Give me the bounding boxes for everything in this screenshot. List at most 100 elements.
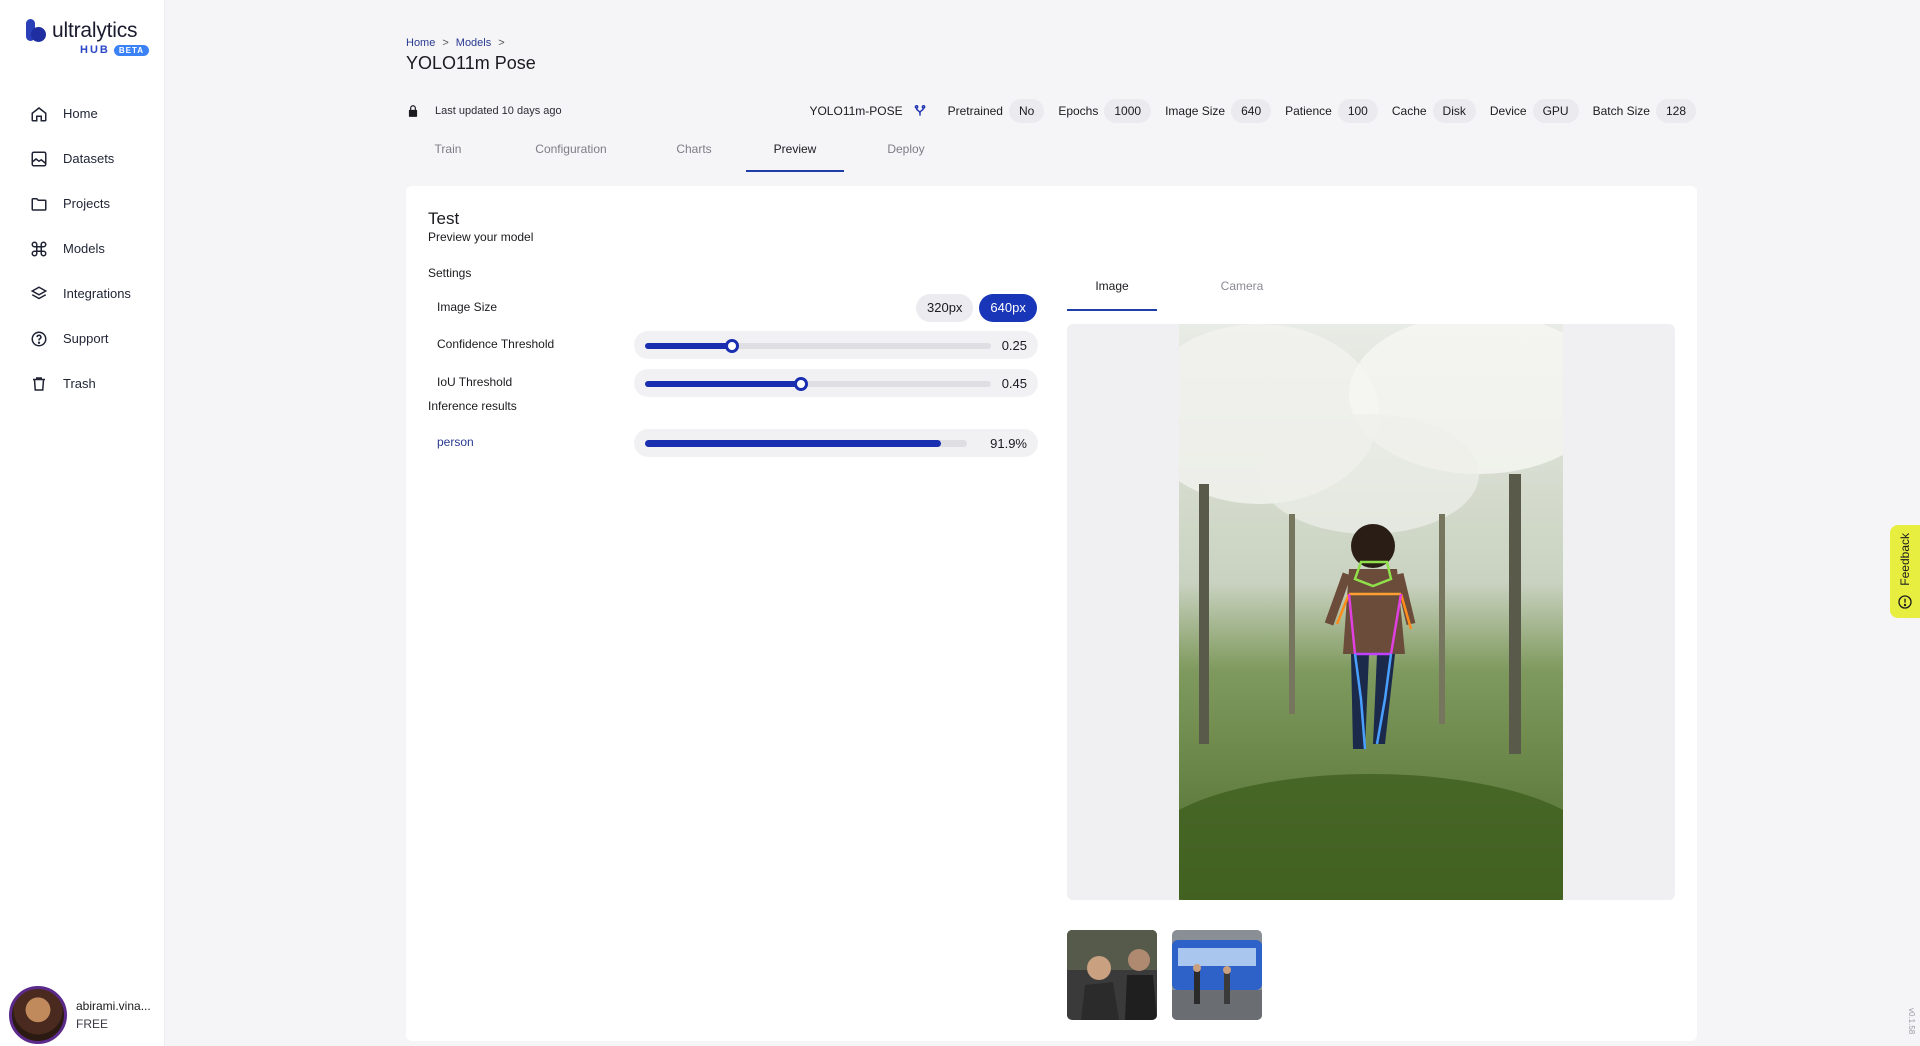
param-value: Disk bbox=[1432, 99, 1476, 123]
size-640px-button[interactable]: 640px bbox=[979, 294, 1037, 322]
image-icon bbox=[31, 151, 47, 166]
breadcrumb-separator: > bbox=[442, 37, 449, 49]
sidebar-nav: Home Datasets Projects Models Integratio… bbox=[0, 91, 165, 406]
iou-threshold-label: IoU Threshold bbox=[437, 375, 513, 389]
slider-thumb[interactable] bbox=[724, 339, 739, 353]
sidebar-item-support[interactable]: Support bbox=[0, 316, 165, 361]
sidebar-item-label: Projects bbox=[63, 196, 110, 211]
sidebar-item-label: Home bbox=[63, 106, 98, 121]
tab-configuration[interactable]: Configuration bbox=[490, 135, 652, 172]
tab-train[interactable]: Train bbox=[406, 135, 490, 172]
folder-icon bbox=[31, 197, 47, 211]
feedback-label: Feedback bbox=[1898, 533, 1912, 586]
sidebar-item-trash[interactable]: Trash bbox=[0, 361, 165, 406]
sidebar-item-projects[interactable]: Projects bbox=[0, 181, 165, 226]
iou-threshold-value: 0.45 bbox=[1001, 376, 1027, 391]
sidebar-item-datasets[interactable]: Datasets bbox=[0, 136, 165, 181]
param-value: 1000 bbox=[1104, 99, 1152, 123]
param-device: Device GPU bbox=[1490, 99, 1579, 123]
sidebar: ultralytics HUB BETA Home Datasets Proje… bbox=[0, 0, 165, 1046]
param-pretrained: Pretrained No bbox=[948, 99, 1045, 123]
ultralytics-logo[interactable]: ultralytics HUB BETA bbox=[26, 19, 150, 56]
inference-results-label: Inference results bbox=[428, 399, 517, 413]
tab-charts[interactable]: Charts bbox=[652, 135, 736, 172]
param-patience: Patience 100 bbox=[1285, 99, 1378, 123]
size-320px-button[interactable]: 320px bbox=[916, 294, 974, 322]
brand-name: ultralytics bbox=[52, 19, 138, 42]
slider-thumb[interactable] bbox=[793, 377, 808, 391]
sidebar-item-integrations[interactable]: Integrations bbox=[0, 271, 165, 316]
test-card: Test Preview your model Settings Image S… bbox=[406, 186, 1697, 1041]
version-label: v0.1.58 bbox=[1907, 1007, 1916, 1034]
preview-image-area bbox=[1067, 324, 1675, 900]
feedback-button[interactable]: Feedback bbox=[1890, 525, 1920, 618]
trash-icon bbox=[33, 376, 45, 391]
fork-icon[interactable] bbox=[913, 104, 927, 118]
user-plan: FREE bbox=[76, 1017, 109, 1031]
result-confidence-bar: 91.9% bbox=[634, 429, 1038, 457]
sample-thumbnail-1[interactable] bbox=[1067, 930, 1157, 1020]
user-profile[interactable]: abirami.vina... FREE bbox=[9, 984, 151, 1046]
ultralytics-logo-icon bbox=[26, 19, 48, 43]
param-key: Image Size bbox=[1165, 104, 1226, 118]
test-title: Test bbox=[428, 209, 460, 228]
tab-preview[interactable]: Preview bbox=[746, 135, 844, 172]
sidebar-item-home[interactable]: Home bbox=[0, 91, 165, 136]
help-circle-icon bbox=[31, 331, 47, 346]
sidebar-item-label: Datasets bbox=[63, 151, 115, 166]
param-key: Patience bbox=[1285, 104, 1332, 118]
sidebar-item-label: Integrations bbox=[63, 286, 131, 301]
sample-thumbnail-2[interactable] bbox=[1172, 930, 1262, 1020]
param-batch-size: Batch Size 128 bbox=[1593, 99, 1696, 123]
preview-image bbox=[1179, 324, 1563, 900]
beta-badge: BETA bbox=[113, 44, 150, 56]
tab-deploy[interactable]: Deploy bbox=[844, 135, 968, 172]
param-image-size: Image Size 640 bbox=[1165, 99, 1272, 123]
sidebar-item-models[interactable]: Models bbox=[0, 226, 165, 271]
tab-image[interactable]: Image bbox=[1067, 276, 1157, 311]
result-track bbox=[645, 440, 967, 447]
param-key: Pretrained bbox=[947, 104, 1003, 118]
param-key: Batch Size bbox=[1592, 104, 1650, 118]
result-class-label: person bbox=[437, 435, 474, 449]
param-epochs: Epochs 1000 bbox=[1058, 99, 1152, 123]
param-value: 128 bbox=[1655, 99, 1696, 123]
sample-image-2 bbox=[1172, 930, 1262, 1020]
feedback-alert-icon bbox=[1898, 595, 1912, 609]
home-icon bbox=[31, 106, 47, 121]
last-updated: Last updated 10 days ago bbox=[435, 105, 562, 117]
param-value: 640 bbox=[1231, 99, 1272, 123]
command-icon bbox=[31, 241, 47, 256]
sidebar-item-label: Support bbox=[63, 331, 109, 346]
lock-icon bbox=[408, 105, 418, 117]
tab-camera[interactable]: Camera bbox=[1197, 276, 1287, 311]
sample-image-1 bbox=[1067, 930, 1157, 1020]
confidence-threshold-slider[interactable]: 0.25 bbox=[634, 331, 1038, 359]
param-value: No bbox=[1008, 99, 1045, 123]
slider-track[interactable] bbox=[645, 339, 991, 353]
image-size-label: Image Size bbox=[437, 300, 498, 314]
iou-threshold-slider[interactable]: 0.45 bbox=[634, 369, 1038, 397]
user-name: abirami.vina... bbox=[76, 999, 151, 1013]
test-subtitle: Preview your model bbox=[428, 230, 534, 244]
brand-hub: HUB bbox=[80, 44, 110, 56]
slider-track[interactable] bbox=[645, 377, 991, 391]
param-key: Epochs bbox=[1058, 104, 1099, 118]
breadcrumb: Home > Models > bbox=[406, 37, 505, 49]
result-confidence-value: 91.9% bbox=[990, 436, 1027, 451]
breadcrumb-separator: > bbox=[498, 37, 505, 49]
settings-label: Settings bbox=[428, 266, 472, 280]
sidebar-item-label: Trash bbox=[63, 376, 96, 391]
breadcrumb-models[interactable]: Models bbox=[456, 37, 491, 49]
breadcrumb-home[interactable]: Home bbox=[406, 37, 435, 49]
confidence-threshold-label: Confidence Threshold bbox=[437, 337, 555, 351]
param-value: 100 bbox=[1337, 99, 1378, 123]
slider-fill bbox=[645, 381, 801, 387]
model-params: YOLO11m-POSE Pretrained No Epochs 1000 Ima… bbox=[809, 98, 1696, 124]
model-architecture: YOLO11m-POSE bbox=[809, 104, 903, 118]
model-tabs: Train Configuration Charts Preview Deplo… bbox=[406, 135, 968, 172]
layers-icon bbox=[30, 285, 48, 299]
result-fill bbox=[645, 440, 941, 447]
page-title: YOLO11m Pose bbox=[406, 53, 536, 73]
avatar[interactable] bbox=[9, 986, 67, 1044]
